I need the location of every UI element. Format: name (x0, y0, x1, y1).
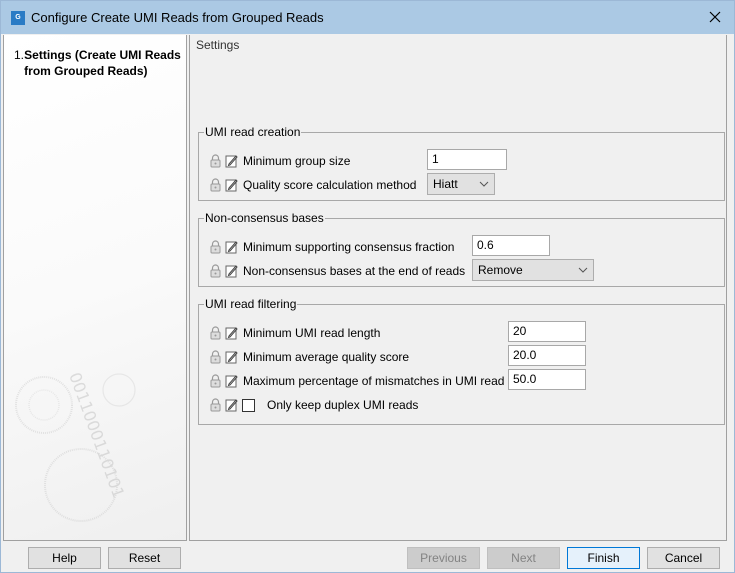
settings-panel: Settings UMI read creation Minimum group… (189, 35, 727, 541)
row-minimum-umi-read-length: Minimum UMI read length (209, 323, 380, 343)
app-icon: G (11, 11, 25, 25)
consensus-fraction-input[interactable]: 0.6 (472, 235, 550, 256)
select-value: Hiatt (433, 177, 458, 191)
step-label: Settings (Create UMI Reads from Grouped … (24, 48, 181, 78)
field-label: Minimum supporting consensus fraction (243, 240, 455, 254)
max-mismatch-percentage-input[interactable]: 50.0 (508, 369, 586, 390)
svg-text:0011000110101: 0011000110101 (65, 370, 128, 501)
min-umi-read-length-input[interactable]: 20 (508, 321, 586, 342)
row-quality-score-method: Quality score calculation method (209, 175, 416, 195)
step-number: 1. (14, 48, 25, 62)
row-only-keep-duplex: Only keep duplex UMI reads (209, 395, 418, 415)
finish-button[interactable]: Finish (567, 547, 640, 569)
lock-icon[interactable] (209, 264, 222, 278)
edit-icon[interactable] (225, 178, 238, 192)
previous-button[interactable]: Previous (407, 547, 480, 569)
checkbox-label: Only keep duplex UMI reads (267, 398, 419, 412)
lock-icon[interactable] (209, 398, 222, 412)
field-label: Minimum average quality score (243, 350, 410, 364)
reset-button[interactable]: Reset (108, 547, 181, 569)
row-minimum-average-quality: Minimum average quality score (209, 347, 409, 367)
field-label: Quality score calculation method (243, 178, 417, 192)
edit-icon[interactable] (225, 240, 238, 254)
edit-icon[interactable] (225, 264, 238, 278)
group-umi-read-filtering: UMI read filtering Minimum UMI read leng… (198, 297, 725, 425)
watermark-logo: 0011000110101 (15, 370, 136, 522)
close-icon (709, 11, 721, 23)
group-title: Non-consensus bases (205, 211, 324, 225)
steps-panel: 1. Settings (Create UMI Reads from Group… (3, 35, 187, 541)
step-item-settings[interactable]: 1. Settings (Create UMI Reads from Group… (14, 47, 184, 79)
row-min-supporting-consensus-fraction: Minimum supporting consensus fraction (209, 237, 454, 257)
title-bar: G Configure Create UMI Reads from Groupe… (1, 1, 734, 34)
edit-icon[interactable] (225, 398, 238, 412)
field-label: Minimum UMI read length (243, 326, 381, 340)
section-title: Settings (196, 38, 240, 52)
edit-icon[interactable] (225, 154, 238, 168)
min-average-quality-input[interactable]: 20.0 (508, 345, 586, 366)
next-button[interactable]: Next (487, 547, 560, 569)
select-value: Remove (478, 263, 523, 277)
help-button[interactable]: Help (28, 547, 101, 569)
cancel-button[interactable]: Cancel (647, 547, 720, 569)
group-non-consensus-bases: Non-consensus bases Minimum supporting c… (198, 211, 725, 287)
chevron-down-icon (479, 181, 489, 187)
footer-bar: Help Reset Previous Next Finish Cancel (1, 542, 734, 573)
configure-dialog: G Configure Create UMI Reads from Groupe… (0, 0, 735, 573)
field-label: Maximum percentage of mismatches in UMI … (243, 374, 505, 388)
lock-icon[interactable] (209, 374, 222, 388)
field-label: Minimum group size (243, 154, 351, 168)
group-title: UMI read filtering (205, 297, 297, 311)
window-title: Configure Create UMI Reads from Grouped … (31, 10, 324, 25)
row-minimum-group-size: Minimum group size (209, 151, 350, 171)
group-title: UMI read creation (205, 125, 301, 139)
row-non-consensus-end-of-reads: Non-consensus bases at the end of reads (209, 261, 465, 281)
only-keep-duplex-checkbox[interactable] (242, 398, 255, 412)
minimum-group-size-input[interactable]: 1 (427, 149, 507, 170)
group-umi-read-creation: UMI read creation Minimum group size 1 Q… (198, 125, 725, 201)
lock-icon[interactable] (209, 326, 222, 340)
chevron-down-icon (578, 267, 588, 273)
lock-icon[interactable] (209, 154, 222, 168)
close-button[interactable] (702, 5, 728, 29)
lock-icon[interactable] (209, 178, 222, 192)
edit-icon[interactable] (225, 326, 238, 340)
row-max-percentage-mismatches: Maximum percentage of mismatches in UMI … (209, 371, 504, 391)
edit-icon[interactable] (225, 374, 238, 388)
quality-score-method-select[interactable]: Hiatt (427, 173, 495, 195)
lock-icon[interactable] (209, 240, 222, 254)
non-consensus-end-select[interactable]: Remove (472, 259, 594, 281)
edit-icon[interactable] (225, 350, 238, 364)
lock-icon[interactable] (209, 350, 222, 364)
field-label: Non-consensus bases at the end of reads (243, 264, 466, 278)
